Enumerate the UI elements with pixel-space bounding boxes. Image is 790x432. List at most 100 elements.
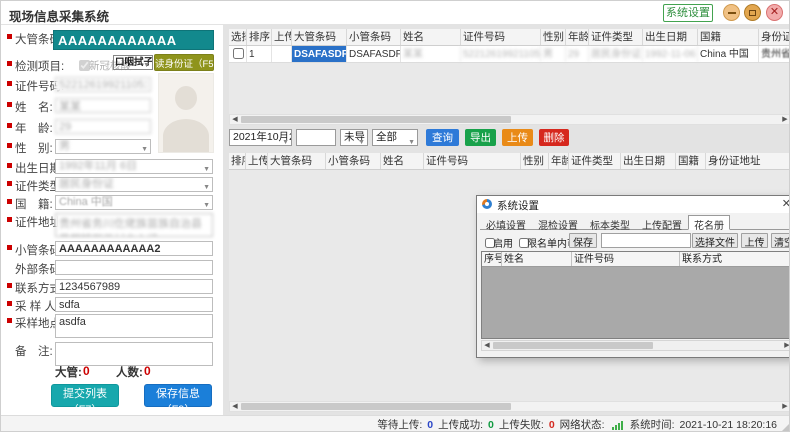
- maximize-button[interactable]: [744, 4, 761, 21]
- age-input[interactable]: [55, 119, 151, 134]
- scroll-right-icon[interactable]: ▶: [780, 402, 790, 411]
- scroll-right-icon[interactable]: ▶: [782, 341, 790, 350]
- column-header[interactable]: 证件类型: [589, 29, 643, 45]
- sampler-label: 采 样 人:: [15, 298, 59, 314]
- hscroll-thumb[interactable]: [493, 342, 653, 349]
- column-header[interactable]: 证件号码: [572, 252, 680, 266]
- column-header[interactable]: 排序: [247, 29, 272, 45]
- column-header[interactable]: 排序: [229, 153, 246, 169]
- column-header[interactable]: 证件号码: [424, 153, 521, 169]
- column-header[interactable]: 大管条码: [292, 29, 347, 45]
- nationality-select[interactable]: China 中国▼: [55, 195, 213, 210]
- row-select-cell: [229, 46, 247, 62]
- name-input[interactable]: [55, 98, 151, 113]
- column-header[interactable]: 大管条码: [268, 153, 326, 169]
- read-id-card-button[interactable]: 读身份证（F5）: [154, 54, 214, 71]
- column-header[interactable]: 出生日期: [621, 153, 676, 169]
- upload-button[interactable]: 上传: [502, 129, 533, 146]
- column-header[interactable]: 选择: [229, 29, 247, 45]
- nationality-label: 国 籍:: [15, 196, 53, 212]
- column-header[interactable]: 姓名: [381, 153, 424, 169]
- save-info-button[interactable]: 保存信息（F9）: [144, 384, 212, 407]
- submit-list-button[interactable]: 提交列表（F7）: [51, 384, 119, 407]
- scroll-left-icon[interactable]: ◀: [230, 115, 240, 124]
- nationality-value: China 中国: [59, 196, 113, 208]
- column-header[interactable]: 姓名: [502, 252, 572, 266]
- delete-button[interactable]: 删除: [539, 129, 569, 146]
- small-tube-code-input[interactable]: [55, 241, 213, 256]
- scroll-left-icon[interactable]: ◀: [230, 402, 240, 411]
- export-filter-select[interactable]: 未导▼: [340, 129, 368, 146]
- id-address-textarea[interactable]: 贵州省务川仡佬族苗族自治县黄都镇万元村中心组: [55, 213, 213, 237]
- row-checkbox[interactable]: [233, 48, 244, 59]
- column-header[interactable]: 证件号码: [461, 29, 541, 45]
- scroll-left-icon[interactable]: ◀: [482, 341, 492, 350]
- choose-file-button[interactable]: 选择文件: [692, 233, 738, 248]
- column-header[interactable]: 上传: [272, 29, 292, 45]
- dialog-close-icon[interactable]: ✕: [782, 197, 790, 210]
- query-button[interactable]: 查询: [426, 129, 459, 146]
- toolbar-search-input[interactable]: [296, 129, 336, 146]
- minimize-button[interactable]: [723, 4, 740, 21]
- column-header[interactable]: 上传: [246, 153, 268, 169]
- column-header[interactable]: 国籍: [676, 153, 706, 169]
- column-header[interactable]: 年龄: [566, 29, 589, 45]
- note-textarea[interactable]: [55, 342, 213, 366]
- resize-grip[interactable]: [781, 423, 790, 432]
- dialog-upload-button[interactable]: 上传: [741, 233, 768, 248]
- sampling-place-textarea[interactable]: asdfa: [55, 314, 213, 338]
- tube-code-cell[interactable]: DSAFASDFAAAS: [292, 46, 347, 62]
- name-label: 姓 名:: [15, 99, 53, 115]
- column-header[interactable]: 出生日期: [643, 29, 698, 45]
- id-type-cell: 居民身份证: [589, 46, 643, 62]
- dialog-tab[interactable]: 标本类型: [584, 215, 636, 229]
- column-header[interactable]: 性别: [521, 153, 549, 169]
- column-header[interactable]: 身份证地址: [759, 29, 790, 45]
- small-tube-code-cell: DSAFASDFAAAS1: [347, 46, 401, 62]
- external-code-input[interactable]: [55, 260, 213, 275]
- column-header[interactable]: 证件类型: [569, 153, 621, 169]
- dialog-save-button[interactable]: 保存: [569, 233, 597, 248]
- hscroll-thumb[interactable]: [241, 116, 511, 123]
- query-toolbar: 2021年10月21日▼ 未导▼ 全部▼ 查询 导出 上传 删除: [229, 129, 790, 146]
- dialog-tab[interactable]: 混检设置: [532, 215, 584, 229]
- people-count-value: 0: [144, 364, 151, 378]
- dialog-tab[interactable]: 花名册: [688, 215, 730, 230]
- scope-filter-select[interactable]: 全部▼: [372, 129, 418, 146]
- table-row[interactable]: 1 DSAFASDFAAAS DSAFASDFAAAS1 某某 52212619…: [229, 46, 790, 63]
- scroll-right-icon[interactable]: ▶: [780, 115, 790, 124]
- id-type-select[interactable]: 居民身份证▼: [55, 177, 213, 192]
- swab-type-select[interactable]: 口咽拭子▼: [113, 55, 153, 70]
- dialog-tab[interactable]: 必填设置: [480, 215, 532, 229]
- hscroll-thumb[interactable]: [241, 403, 511, 410]
- sex-select[interactable]: 男▼: [55, 139, 151, 154]
- column-header[interactable]: 联系方式: [680, 252, 790, 266]
- sex-value: 男: [59, 140, 70, 152]
- dialog-tab[interactable]: 上传配置: [636, 215, 688, 229]
- sampler-input[interactable]: [55, 297, 213, 312]
- tube-count-value: 0: [83, 364, 90, 378]
- dialog-clear-button[interactable]: 清空: [771, 233, 790, 248]
- pending-table-hscrollbar: ◀ ▶: [229, 114, 790, 125]
- column-header[interactable]: 身份证地址: [706, 153, 790, 169]
- birth-date-picker[interactable]: 1992年11月 6日▼: [55, 159, 213, 174]
- tube-code-input[interactable]: [53, 30, 214, 50]
- close-button[interactable]: ✕: [766, 4, 783, 21]
- export-button[interactable]: 导出: [465, 129, 496, 146]
- column-header[interactable]: 国籍: [698, 29, 759, 45]
- system-settings-button[interactable]: 系统设置: [663, 4, 713, 22]
- column-header[interactable]: 序号: [482, 252, 502, 266]
- column-header[interactable]: 姓名: [401, 29, 461, 45]
- required-marker: [7, 34, 12, 39]
- upload-success-label: 上传成功:: [438, 417, 483, 432]
- column-header[interactable]: 小管条码: [347, 29, 401, 45]
- column-header[interactable]: 小管条码: [326, 153, 381, 169]
- file-path-input[interactable]: [601, 233, 691, 248]
- id-number-input[interactable]: [55, 77, 151, 92]
- date-picker[interactable]: 2021年10月21日▼: [229, 129, 292, 146]
- birth-date-value: 1992年11月 6日: [59, 160, 137, 172]
- column-header[interactable]: 年龄: [549, 153, 569, 169]
- phone-input[interactable]: [55, 279, 213, 294]
- column-header[interactable]: 性别: [541, 29, 566, 45]
- id-type-value: 居民身份证: [59, 178, 114, 190]
